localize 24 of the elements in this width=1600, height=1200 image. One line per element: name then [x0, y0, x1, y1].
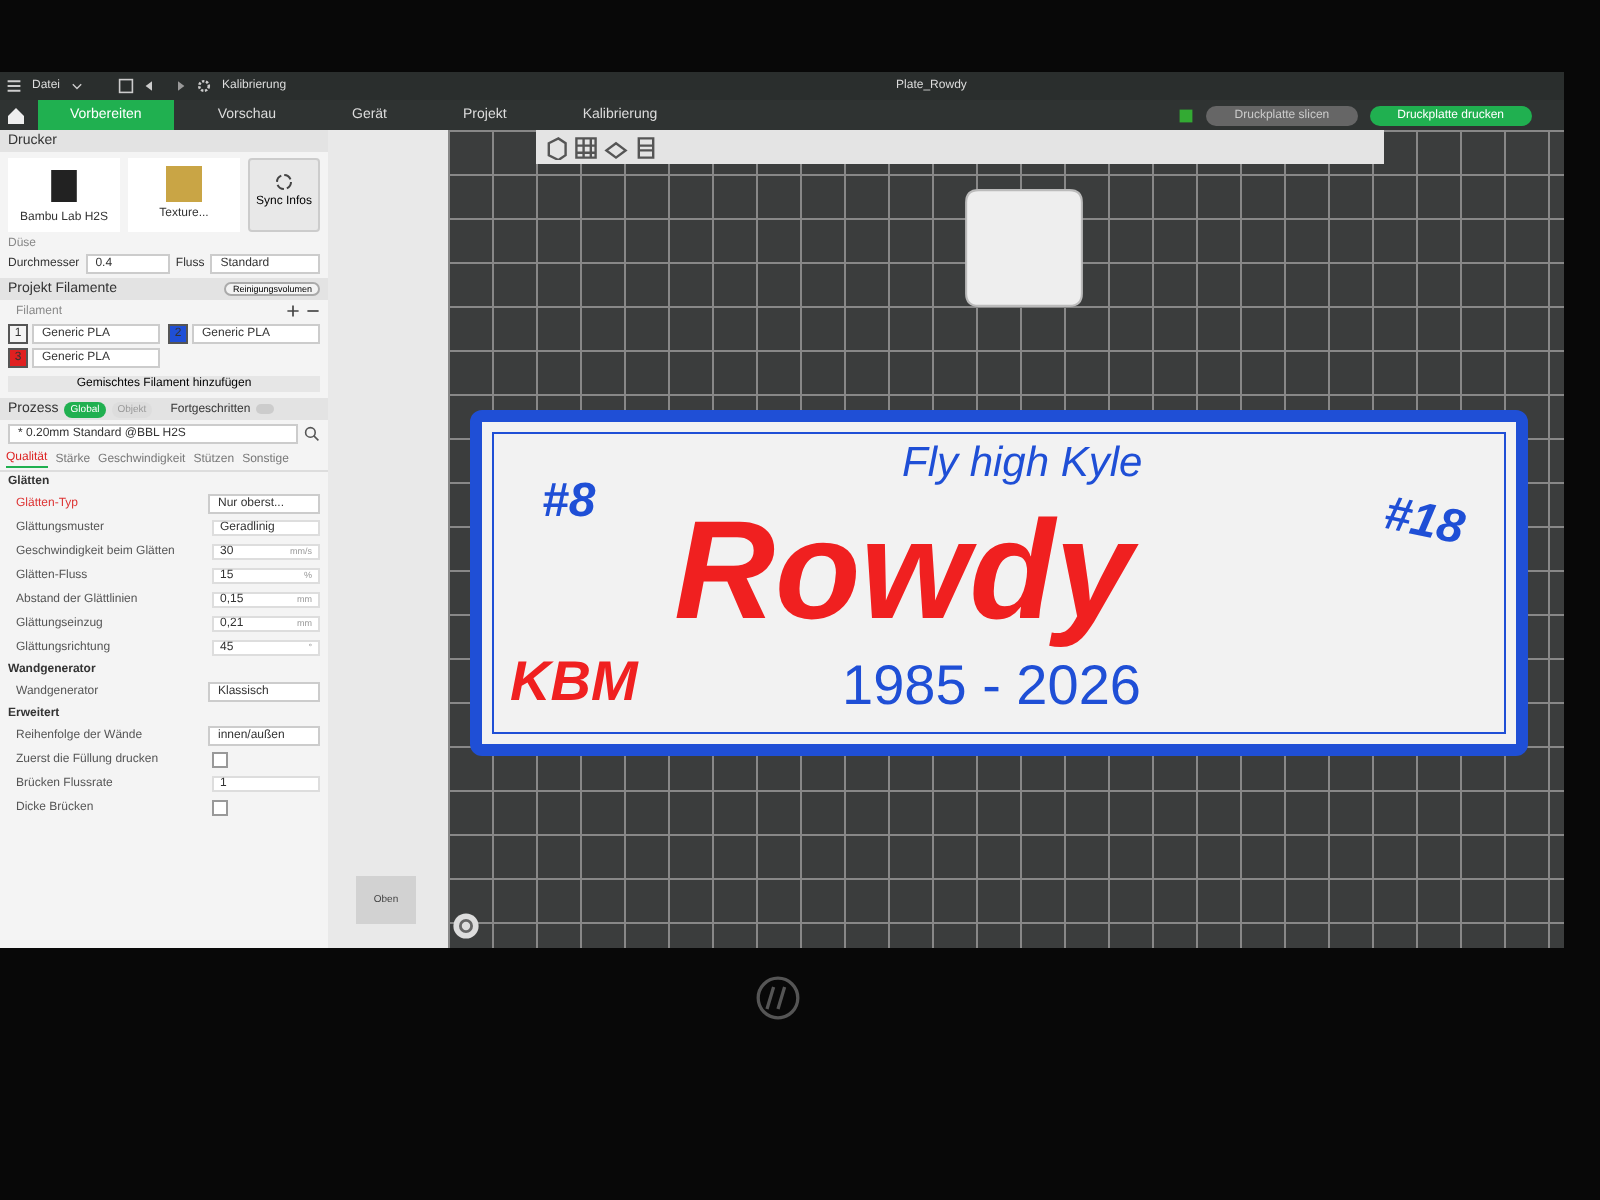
- menu-icon[interactable]: [6, 78, 22, 94]
- sign-number: #8: [542, 474, 596, 530]
- setting-checkbox[interactable]: [212, 800, 228, 816]
- sync-icon: [274, 172, 294, 192]
- sign-number: #18: [1378, 486, 1469, 558]
- sign-years: 1985 - 2026: [842, 658, 1141, 714]
- remove-icon[interactable]: [306, 304, 320, 318]
- add-icon[interactable]: [286, 304, 300, 318]
- home-icon[interactable]: [6, 105, 26, 125]
- target-icon[interactable]: [452, 912, 480, 940]
- sign-logo: KBM: [510, 654, 638, 710]
- logo-icon: [756, 976, 800, 1020]
- plate-icon: [164, 166, 204, 202]
- cube-icon[interactable]: [544, 135, 568, 159]
- list-icon[interactable]: [634, 135, 658, 159]
- save-icon[interactable]: [118, 78, 135, 94]
- sign-subtitle: Fly high Kyle: [902, 442, 1143, 484]
- gear-icon[interactable]: [196, 78, 213, 94]
- printer-icon: [48, 166, 80, 206]
- setting-checkbox[interactable]: [212, 752, 228, 768]
- sign-name: Rowdy: [666, 486, 1153, 654]
- search-icon[interactable]: [304, 426, 320, 442]
- small-part-drawing: [962, 186, 1086, 310]
- caret-icon[interactable]: [70, 79, 85, 93]
